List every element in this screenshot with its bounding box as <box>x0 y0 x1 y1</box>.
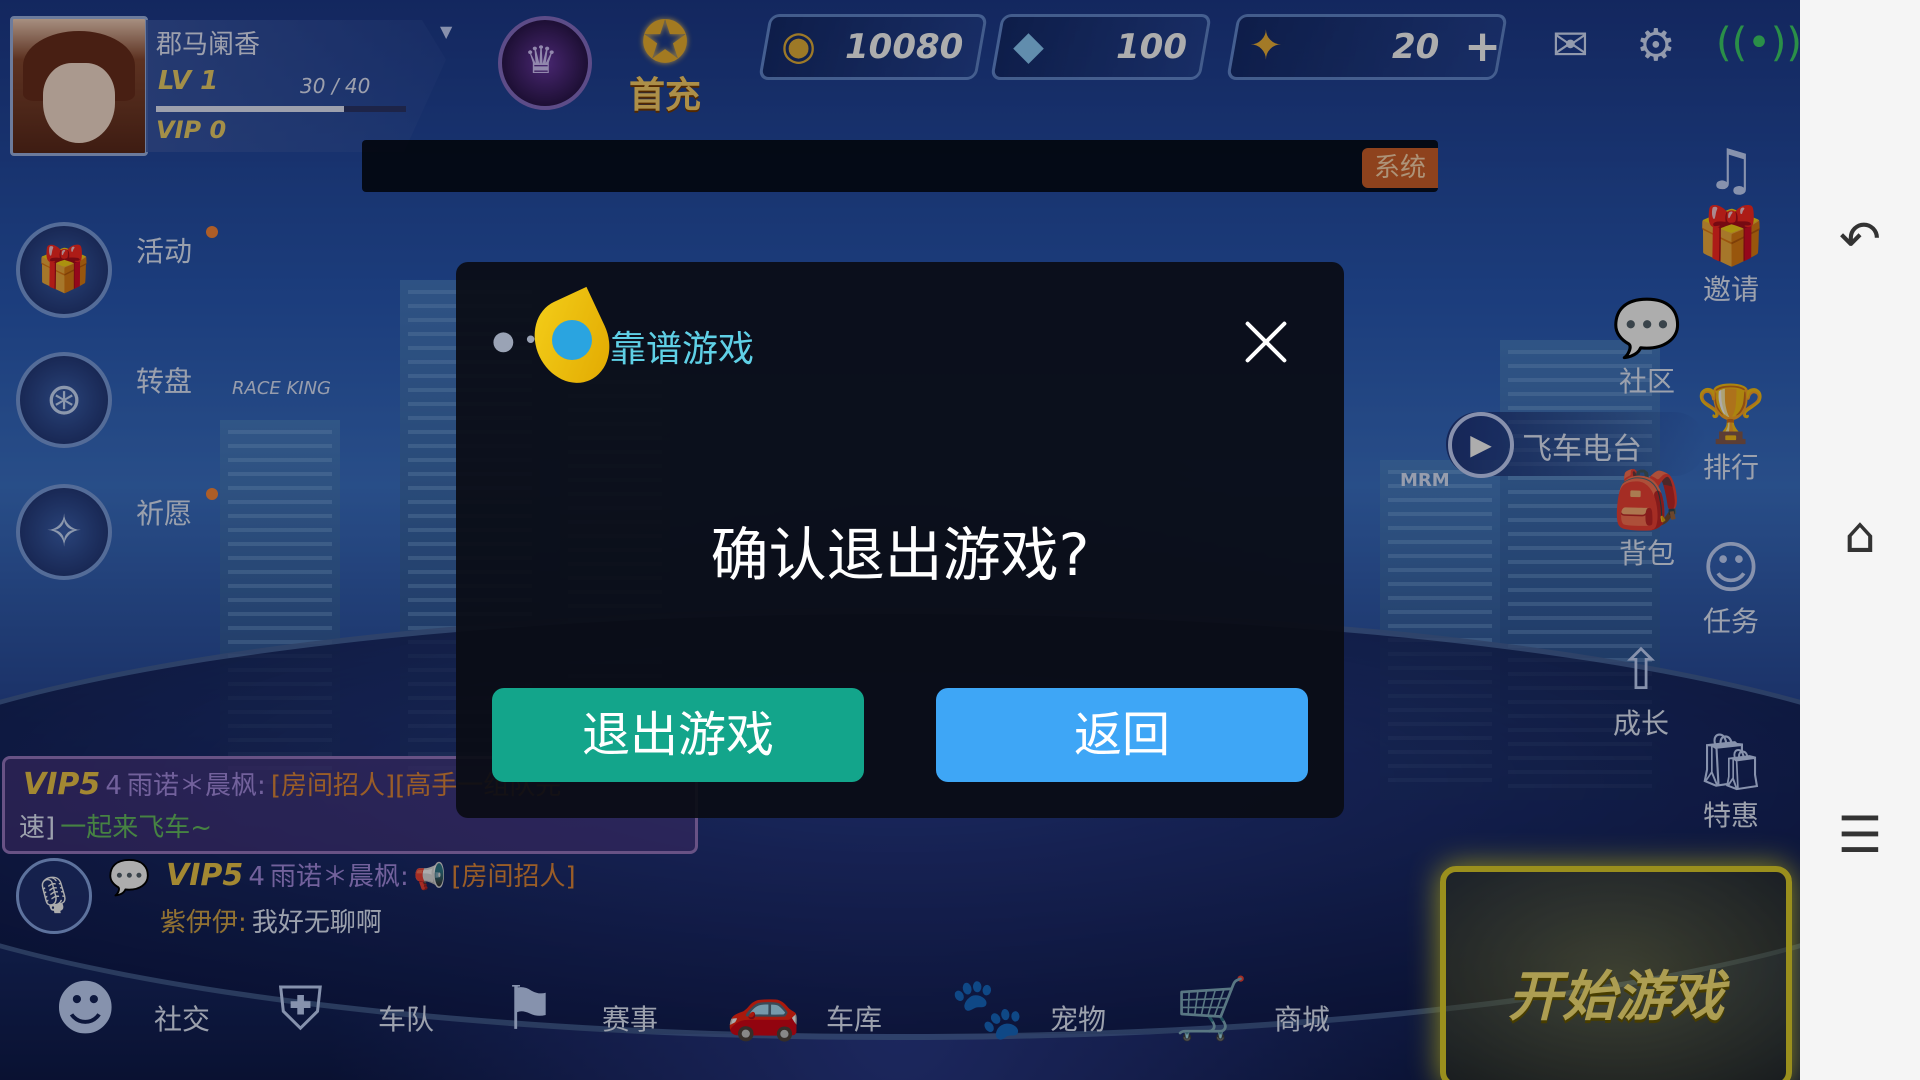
confirm-message: 确认退出游戏? <box>710 521 1090 589</box>
back-button[interactable]: 返回 <box>936 688 1308 782</box>
logo-fin <box>552 320 592 360</box>
home-icon[interactable]: ⌂ <box>1800 506 1920 564</box>
menu-icon[interactable]: ☰ <box>1800 806 1920 864</box>
exit-game-button[interactable]: 退出游戏 <box>492 688 864 782</box>
logo-dots: ● • <box>492 326 539 356</box>
system-nav-bar: ↶ ⌂ ☰ <box>1800 0 1920 1080</box>
close-icon[interactable] <box>1240 316 1292 368</box>
back-arrow-icon[interactable]: ↶ <box>1800 210 1920 268</box>
game-scene: RACE KING MRM 郡马阑香 LV 1 30 / 40 VIP 0 ▼ … <box>0 0 1800 1080</box>
brand-logo: ● • 靠谱游戏 <box>492 286 755 400</box>
brand-name: 靠谱游戏 <box>610 329 755 370</box>
